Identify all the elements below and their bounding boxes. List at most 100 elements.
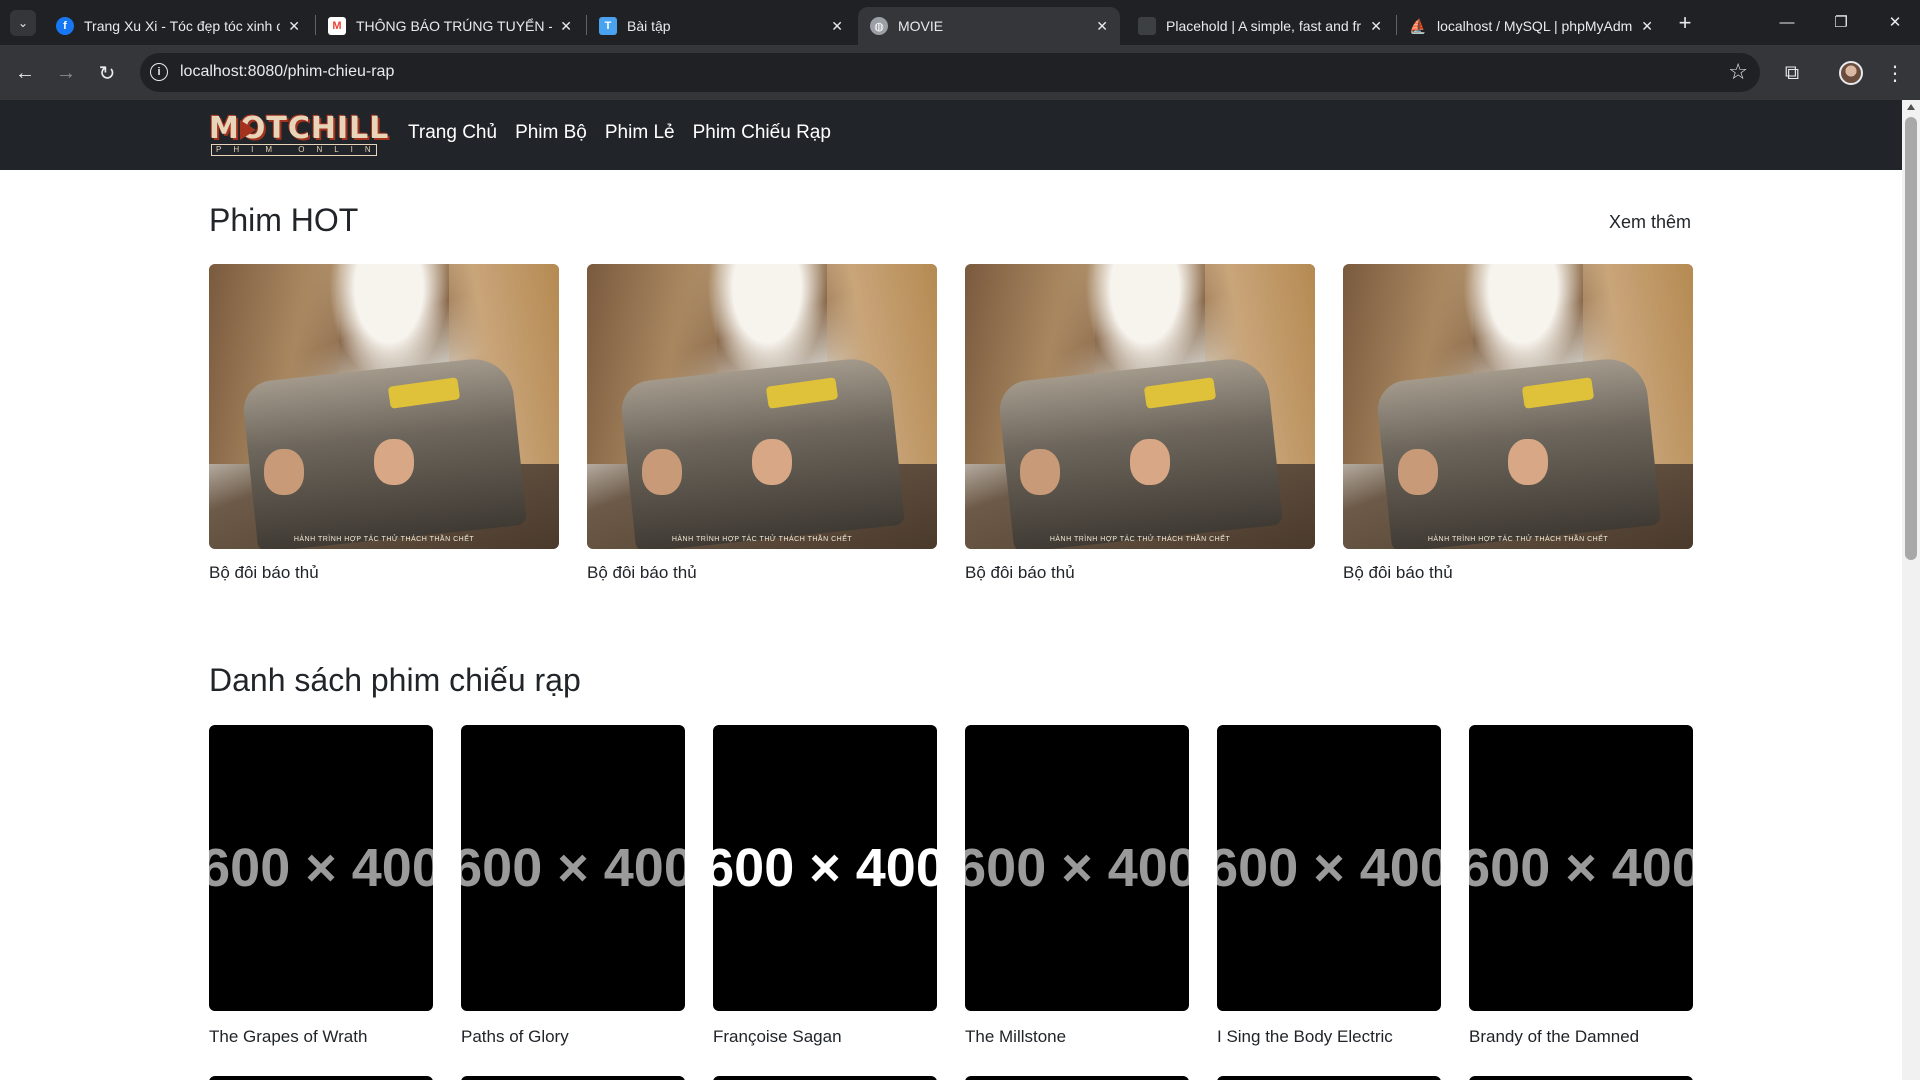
placeholder-image[interactable]: 600 × 400: [1217, 725, 1441, 1011]
facebook-icon: f: [56, 17, 74, 35]
menu-button[interactable]: ⋮: [1880, 58, 1910, 88]
poster-art: [642, 449, 682, 495]
placeholder-image[interactable]: 600 × 400: [965, 725, 1189, 1011]
hot-movie-card[interactable]: HÀNH TRÌNH HỢP TÁC THỬ THÁCH THẦN CHẾT B…: [587, 264, 937, 583]
placeholder-image[interactable]: 600 × 400: [461, 725, 685, 1011]
close-icon[interactable]: ✕: [1370, 18, 1382, 35]
nav-trang-chu[interactable]: Trang Chủ: [408, 122, 497, 144]
film-card-next-row[interactable]: [461, 1076, 685, 1080]
tab-title: THÔNG BÁO TRÚNG TUYỂN - v: [356, 18, 553, 34]
bookmark-star-icon[interactable]: ☆: [1728, 59, 1748, 85]
url-text: localhost:8080/phim-chieu-rap: [180, 63, 395, 80]
new-tab-button[interactable]: +: [1672, 10, 1698, 36]
page-scrollbar[interactable]: [1902, 100, 1920, 1080]
film-card[interactable]: 600 × 400 Brandy of the Damned: [1469, 725, 1693, 1047]
movie-poster[interactable]: HÀNH TRÌNH HỢP TÁC THỬ THÁCH THẦN CHẾT: [587, 264, 937, 549]
minimize-button[interactable]: —: [1764, 8, 1810, 36]
extensions-button[interactable]: ⧉: [1777, 58, 1807, 88]
tab-search-button[interactable]: ⌄: [10, 10, 36, 36]
film-card-next-row[interactable]: [1469, 1076, 1693, 1080]
poster-art: [752, 439, 792, 485]
minimize-icon: —: [1779, 13, 1795, 31]
movie-poster[interactable]: HÀNH TRÌNH HỢP TÁC THỬ THÁCH THẦN CHẾT: [1343, 264, 1693, 549]
movie-title[interactable]: Bộ đôi báo thủ: [209, 563, 559, 583]
film-card-next-row[interactable]: [1217, 1076, 1441, 1080]
restore-icon: ❐: [1834, 14, 1848, 31]
movie-poster[interactable]: HÀNH TRÌNH HỢP TÁC THỬ THÁCH THẦN CHẾT: [209, 264, 559, 549]
nav-phim-le[interactable]: Phim Lẻ: [605, 122, 675, 144]
movie-title[interactable]: Bộ đôi báo thủ: [587, 563, 937, 583]
film-card[interactable]: 600 × 400 The Grapes of Wrath: [209, 725, 433, 1047]
scroll-up-icon[interactable]: [1907, 104, 1915, 110]
scrollbar-thumb[interactable]: [1905, 117, 1917, 560]
tab-bai-tap[interactable]: T Bài tập ✕: [587, 7, 855, 45]
movie-poster[interactable]: HÀNH TRÌNH HỢP TÁC THỬ THÁCH THẦN CHẾT: [965, 264, 1315, 549]
see-more-link[interactable]: Xem thêm: [1609, 212, 1691, 233]
tab-phpmyadmin[interactable]: ⛵ localhost / MySQL | phpMyAdm ✕: [1397, 7, 1665, 45]
film-card[interactable]: 600 × 400 Françoise Sagan: [713, 725, 937, 1047]
film-title[interactable]: The Grapes of Wrath: [209, 1027, 433, 1047]
back-button[interactable]: ←: [10, 58, 40, 88]
film-card-next-row[interactable]: [713, 1076, 937, 1080]
reload-button[interactable]: ↻: [92, 58, 122, 88]
placeholder-text: 600 × 400: [965, 838, 1189, 898]
film-card[interactable]: 600 × 400 The Millstone: [965, 725, 1189, 1047]
nav-phim-chieu-rap[interactable]: Phim Chiếu Rạp: [693, 122, 831, 144]
cinema-section-title: Danh sách phim chiếu rạp: [209, 662, 581, 698]
film-title[interactable]: The Millstone: [965, 1027, 1189, 1047]
close-icon[interactable]: ✕: [1641, 18, 1653, 35]
placehold-icon: [1138, 17, 1156, 35]
film-title[interactable]: I Sing the Body Electric: [1217, 1027, 1441, 1047]
forward-button[interactable]: →: [51, 58, 81, 88]
close-icon[interactable]: ✕: [831, 18, 843, 35]
close-icon[interactable]: ✕: [560, 18, 572, 35]
close-icon[interactable]: ✕: [1096, 18, 1108, 35]
movie-title[interactable]: Bộ đôi báo thủ: [965, 563, 1315, 583]
hot-movie-card[interactable]: HÀNH TRÌNH HỢP TÁC THỬ THÁCH THẦN CHẾT B…: [965, 264, 1315, 583]
puzzle-icon: ⧉: [1784, 61, 1800, 84]
poster-art: [1130, 439, 1170, 485]
movie-title[interactable]: Bộ đôi báo thủ: [1343, 563, 1693, 583]
placeholder-image[interactable]: 600 × 400: [209, 725, 433, 1011]
site-info-icon[interactable]: i: [150, 63, 168, 81]
profile-avatar[interactable]: [1839, 61, 1863, 85]
tab-facebook[interactable]: f Trang Xu Xi - Tóc đẹp tóc xinh c ✕: [44, 7, 312, 45]
tab-title: localhost / MySQL | phpMyAdm: [1437, 18, 1633, 34]
poster-art: [1508, 439, 1548, 485]
main-nav: Trang Chủ Phim Bộ Phim Lẻ Phim Chiếu Rạp: [408, 122, 831, 144]
film-card[interactable]: 600 × 400 I Sing the Body Electric: [1217, 725, 1441, 1047]
hot-section-title: Phim HOT: [209, 202, 359, 238]
film-title[interactable]: Brandy of the Damned: [1469, 1027, 1693, 1047]
hot-movie-card[interactable]: HÀNH TRÌNH HỢP TÁC THỬ THÁCH THẦN CHẾT B…: [1343, 264, 1693, 583]
address-bar[interactable]: i localhost:8080/phim-chieu-rap ☆: [140, 53, 1760, 92]
play-icon: [240, 120, 256, 140]
tab-title: Trang Xu Xi - Tóc đẹp tóc xinh c: [84, 18, 281, 34]
logo-subtext: PHIM ONLINE: [211, 144, 377, 156]
poster-caption: HÀNH TRÌNH HỢP TÁC THỬ THÁCH THẦN CHẾT: [1427, 536, 1609, 543]
tab-title: Bài tập: [627, 18, 671, 34]
page-viewport: MOTCHILL PHIM ONLINE Trang Chủ Phim Bộ P…: [0, 100, 1920, 1080]
placeholder-image[interactable]: 600 × 400: [713, 725, 937, 1011]
nav-phim-bo[interactable]: Phim Bộ: [515, 122, 587, 144]
close-icon[interactable]: ✕: [288, 18, 300, 35]
hot-movie-card[interactable]: HÀNH TRÌNH HỢP TÁC THỬ THÁCH THẦN CHẾT B…: [209, 264, 559, 583]
film-title[interactable]: Paths of Glory: [461, 1027, 685, 1047]
film-card[interactable]: 600 × 400 Paths of Glory: [461, 725, 685, 1047]
placeholder-image[interactable]: 600 × 400: [1469, 725, 1693, 1011]
restore-button[interactable]: ❐: [1818, 8, 1864, 36]
tab-placehold[interactable]: Placehold | A simple, fast and fr ✕: [1126, 7, 1394, 45]
site-logo[interactable]: MOTCHILL PHIM ONLINE: [209, 112, 388, 156]
browser-toolbar: ← → ↻ i localhost:8080/phim-chieu-rap ☆ …: [0, 45, 1920, 100]
gmail-icon: M: [328, 17, 346, 35]
film-card-next-row[interactable]: [965, 1076, 1189, 1080]
tab-movie[interactable]: ◍ MOVIE ✕: [858, 7, 1120, 45]
chevron-down-icon: ⌄: [17, 16, 29, 30]
placeholder-text: 600 × 400: [209, 838, 433, 898]
poster-caption: HÀNH TRÌNH HỢP TÁC THỬ THÁCH THẦN CHẾT: [1049, 536, 1231, 543]
close-window-button[interactable]: ✕: [1872, 8, 1918, 36]
film-card-next-row[interactable]: [209, 1076, 433, 1080]
tab-gmail[interactable]: M THÔNG BÁO TRÚNG TUYỂN - v ✕: [316, 7, 584, 45]
placeholder-text: 600 × 400: [1217, 838, 1441, 898]
poster-caption: HÀNH TRÌNH HỢP TÁC THỬ THÁCH THẦN CHẾT: [293, 536, 475, 543]
film-title[interactable]: Françoise Sagan: [713, 1027, 937, 1047]
